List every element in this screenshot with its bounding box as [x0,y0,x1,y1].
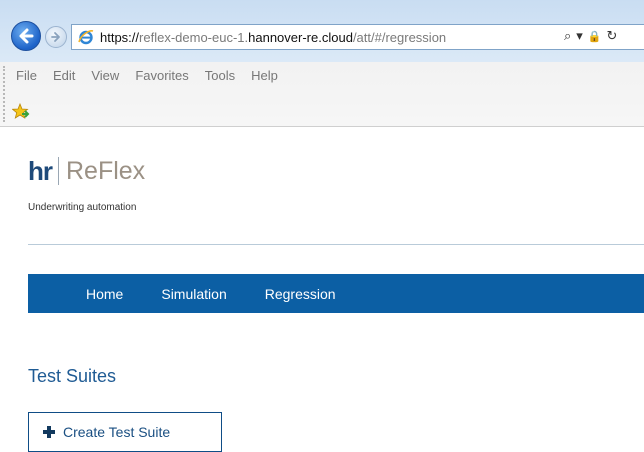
toolbar-divider [0,126,644,127]
dropdown-icon[interactable]: ▾ [576,29,583,44]
nav-regression[interactable]: Regression [265,286,336,302]
brand-logo[interactable]: hr ReFlex [28,156,145,186]
page-title: Test Suites [28,366,117,386]
logo-separator [58,157,59,185]
header-divider [28,244,644,245]
browser-chrome: https://reflex-demo-euc-1.hannover-re.cl… [0,0,644,127]
forward-button[interactable] [45,26,67,48]
refresh-icon[interactable]: ↻ [607,29,618,44]
url-scheme: https:// [100,30,140,45]
menu-file[interactable]: File [8,68,45,83]
menu-favorites[interactable]: Favorites [127,68,196,83]
search-icon[interactable]: ⌕ [564,29,571,44]
create-test-suite-button[interactable]: Create Test Suite [28,412,222,452]
forward-arrow-icon [51,32,60,42]
nav-simulation[interactable]: Simulation [161,286,226,302]
brand-tagline: Underwriting automation [28,202,137,213]
main-navbar: Home Simulation Regression [28,274,644,313]
url-path: /att/#/regression [352,30,447,45]
toolbar-grip [3,66,7,122]
add-favorite-star-icon[interactable] [12,103,30,121]
menu-help[interactable]: Help [243,68,286,83]
menu-edit[interactable]: Edit [45,68,83,83]
address-bar-tools: ⌕ ▾ 🔒 ↻ [564,29,617,44]
menu-tools[interactable]: Tools [197,68,243,83]
plus-icon [43,426,55,438]
logo-mark: hr [28,156,53,186]
url-subdomain: reflex-demo-euc-1. [139,30,249,45]
back-arrow-icon [19,28,34,44]
url-host: hannover-re.cloud [248,30,353,45]
url-text[interactable]: https://reflex-demo-euc-1.hannover-re.cl… [100,30,446,45]
nav-home[interactable]: Home [86,286,123,302]
lock-icon[interactable]: 🔒 [588,30,602,43]
logo-name: ReFlex [66,157,146,185]
menu-view[interactable]: View [83,68,127,83]
browser-menubar: File Edit View Favorites Tools Help [8,68,286,83]
back-button[interactable] [11,21,41,51]
ie-logo-icon [78,30,94,45]
create-test-suite-label: Create Test Suite [63,424,171,440]
address-bar[interactable]: https://reflex-demo-euc-1.hannover-re.cl… [71,24,644,50]
